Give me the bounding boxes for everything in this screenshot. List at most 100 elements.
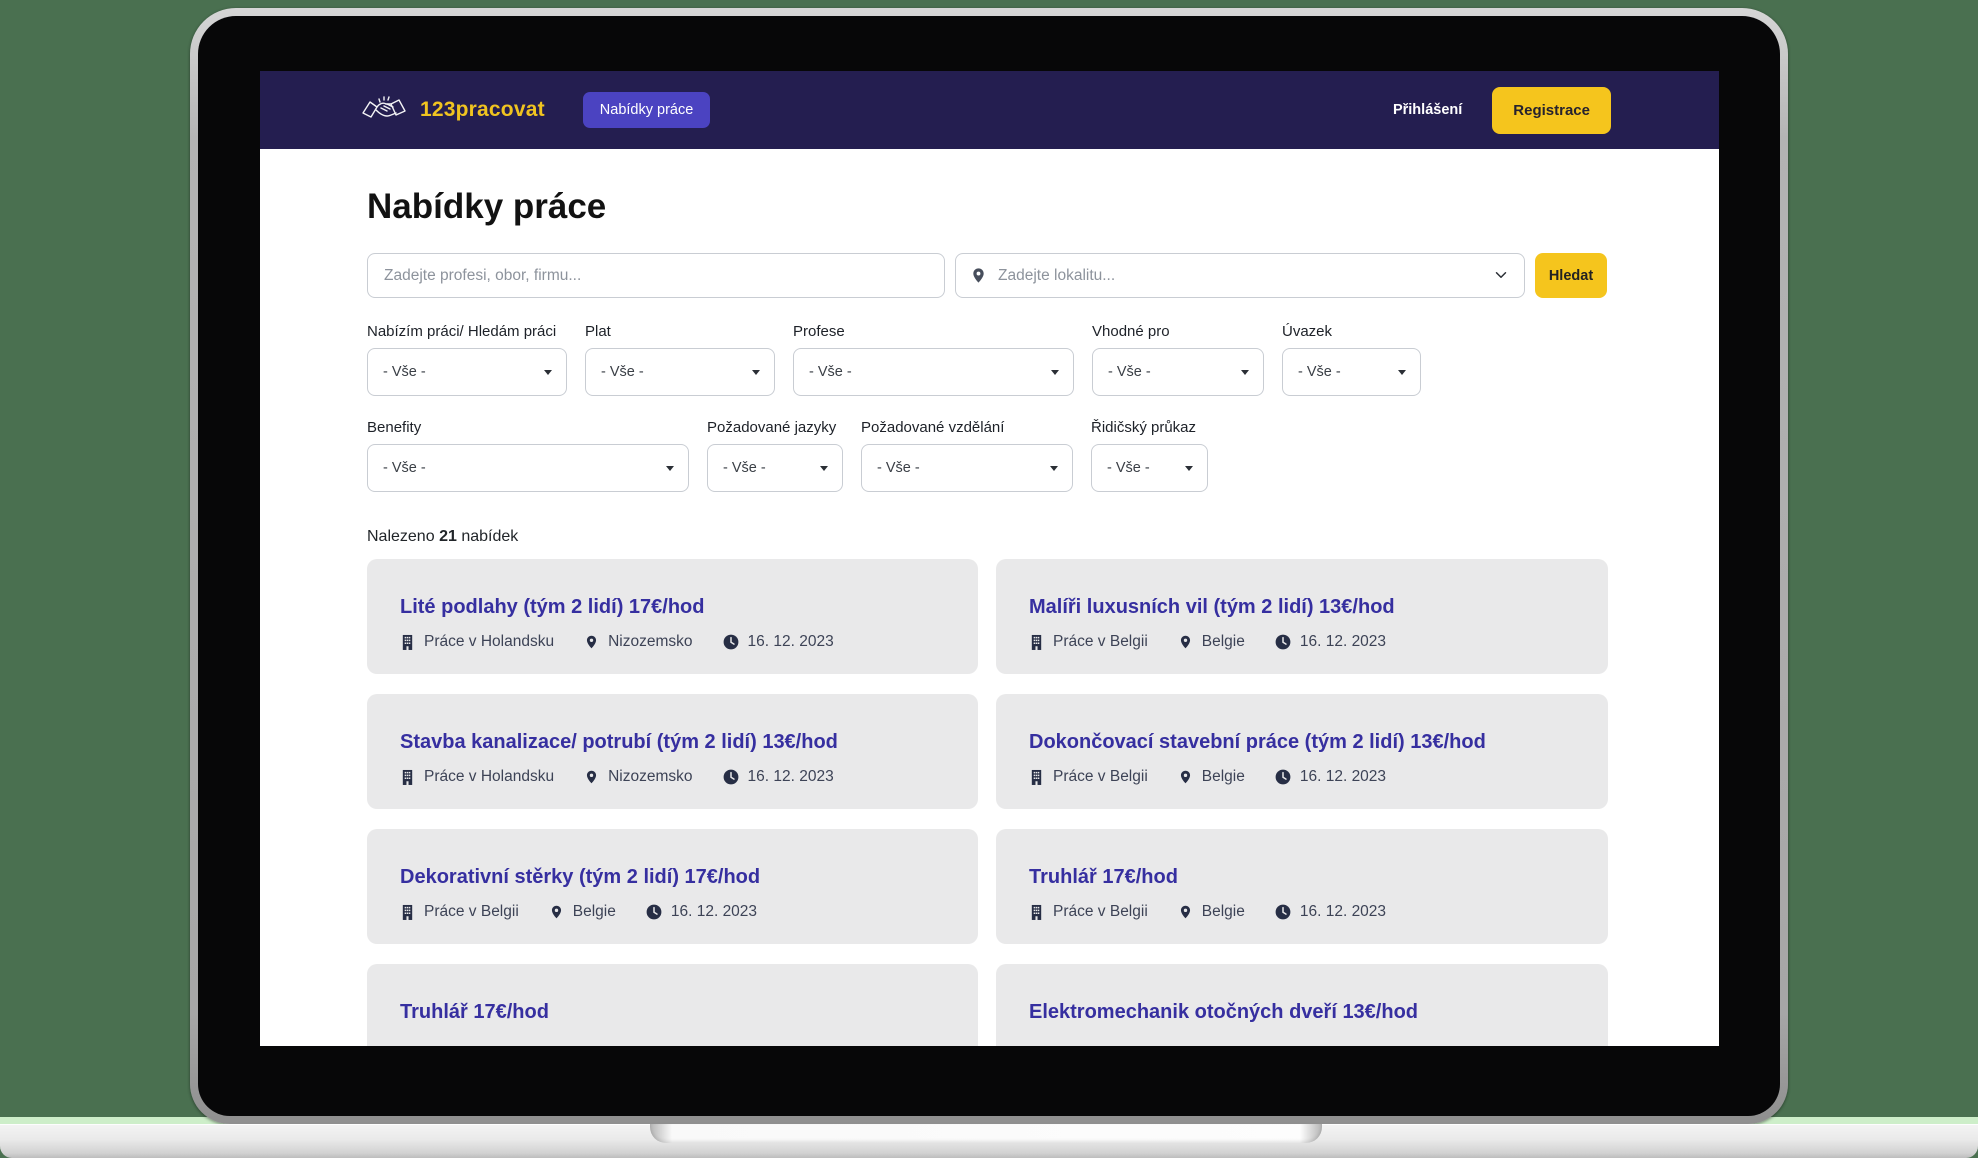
filter-select-value: - Vše - bbox=[1108, 364, 1151, 380]
building-icon bbox=[400, 769, 415, 785]
chevron-down-icon[interactable] bbox=[1492, 266, 1510, 289]
filter-select-value: - Vše - bbox=[1107, 460, 1150, 476]
site-header: 123pracovat Nabídky práce Přihlášení Reg… bbox=[260, 71, 1719, 149]
job-location: Belgie bbox=[1178, 768, 1245, 786]
clock-icon bbox=[723, 769, 739, 785]
clock-icon bbox=[1275, 904, 1291, 920]
caret-down-icon bbox=[1050, 466, 1058, 471]
job-date-text: 16. 12. 2023 bbox=[748, 633, 834, 651]
clock-icon bbox=[1275, 769, 1291, 785]
filter-label: Úvazek bbox=[1282, 323, 1421, 340]
brand-name: 123pracovat bbox=[420, 98, 545, 122]
job-date-text: 16. 12. 2023 bbox=[671, 903, 757, 921]
filter-suitable-for-select[interactable]: - Vše - bbox=[1092, 348, 1264, 396]
job-date: 16. 12. 2023 bbox=[723, 633, 834, 651]
scene: 123pracovat Nabídky práce Přihlášení Reg… bbox=[0, 0, 1978, 1158]
laptop-bezel: 123pracovat Nabídky práce Přihlášení Reg… bbox=[198, 16, 1780, 1116]
filter-label: Požadované vzdělání bbox=[861, 419, 1073, 436]
filter-select-value: - Vše - bbox=[723, 460, 766, 476]
job-title-link[interactable]: Elektromechanik otočných dveří 13€/hod bbox=[1029, 999, 1588, 1025]
filter-group: Vhodné pro - Vše - bbox=[1092, 323, 1264, 396]
job-card[interactable]: Truhlář 17€/hod bbox=[367, 964, 978, 1046]
register-button[interactable]: Registrace bbox=[1492, 87, 1611, 134]
job-company-text: Práce v Belgii bbox=[1053, 633, 1148, 651]
filter-label: Nabízím práci/ Hledám práci bbox=[367, 323, 567, 340]
job-card[interactable]: Elektromechanik otočných dveří 13€/hod bbox=[996, 964, 1608, 1046]
job-meta: Práce v Belgii Belgie 16. 12. 2023 bbox=[1029, 768, 1588, 786]
job-location-text: Belgie bbox=[1202, 903, 1245, 921]
job-location-text: Belgie bbox=[573, 903, 616, 921]
filter-select-value: - Vše - bbox=[809, 364, 852, 380]
job-title-link[interactable]: Stavba kanalizace/ potrubí (tým 2 lidí) … bbox=[400, 729, 958, 755]
job-company-text: Práce v Belgii bbox=[1053, 903, 1148, 921]
job-title-link[interactable]: Dokončovací stavební práce (tým 2 lidí) … bbox=[1029, 729, 1588, 755]
filter-contract-type-select[interactable]: - Vše - bbox=[1282, 348, 1421, 396]
job-date: 16. 12. 2023 bbox=[1275, 633, 1386, 651]
job-date: 16. 12. 2023 bbox=[1275, 768, 1386, 786]
job-title-link[interactable]: Lité podlahy (tým 2 lidí) 17€/hod bbox=[400, 594, 958, 620]
clock-icon bbox=[723, 634, 739, 650]
caret-down-icon bbox=[1241, 370, 1249, 375]
location-input[interactable] bbox=[955, 253, 1525, 298]
job-date-text: 16. 12. 2023 bbox=[1300, 768, 1386, 786]
job-title-link[interactable]: Truhlář 17€/hod bbox=[400, 999, 958, 1025]
job-date-text: 16. 12. 2023 bbox=[748, 768, 834, 786]
caret-down-icon bbox=[1398, 370, 1406, 375]
map-pin-icon bbox=[1178, 904, 1193, 920]
job-location: Nizozemsko bbox=[584, 768, 692, 786]
job-company: Práce v Holandsku bbox=[400, 633, 554, 651]
map-pin-icon bbox=[584, 769, 599, 785]
filter-row-1: Nabízím práci/ Hledám práci - Vše - Plat… bbox=[367, 323, 1719, 396]
job-location: Nizozemsko bbox=[584, 633, 692, 651]
map-pin-icon bbox=[584, 634, 599, 650]
job-card[interactable]: Malíři luxusních vil (tým 2 lidí) 13€/ho… bbox=[996, 559, 1608, 674]
login-link[interactable]: Přihlášení bbox=[1393, 102, 1462, 118]
job-card[interactable]: Dekorativní stěrky (tým 2 lidí) 17€/hod … bbox=[367, 829, 978, 944]
location-input-wrap bbox=[955, 253, 1525, 298]
filter-salary-select[interactable]: - Vše - bbox=[585, 348, 775, 396]
job-title-link[interactable]: Truhlář 17€/hod bbox=[1029, 864, 1588, 890]
job-company-text: Práce v Holandsku bbox=[424, 768, 554, 786]
filter-group: Řidičský průkaz - Vše - bbox=[1091, 419, 1208, 492]
job-location: Belgie bbox=[1178, 903, 1245, 921]
job-list: Lité podlahy (tým 2 lidí) 17€/hod Práce … bbox=[367, 559, 1719, 1046]
job-date: 16. 12. 2023 bbox=[646, 903, 757, 921]
filter-benefits-select[interactable]: - Vše - bbox=[367, 444, 689, 492]
job-company-text: Práce v Holandsku bbox=[424, 633, 554, 651]
job-card[interactable]: Lité podlahy (tým 2 lidí) 17€/hod Práce … bbox=[367, 559, 978, 674]
keyword-input[interactable] bbox=[367, 253, 945, 298]
filter-group: Úvazek - Vše - bbox=[1282, 323, 1421, 396]
filter-offer-seek-select[interactable]: - Vše - bbox=[367, 348, 567, 396]
job-card[interactable]: Stavba kanalizace/ potrubí (tým 2 lidí) … bbox=[367, 694, 978, 809]
filter-group: Profese - Vše - bbox=[793, 323, 1074, 396]
filter-select-value: - Vše - bbox=[383, 460, 426, 476]
job-card[interactable]: Truhlář 17€/hod Práce v Belgii Belgie bbox=[996, 829, 1608, 944]
filter-label: Profese bbox=[793, 323, 1074, 340]
results-count: Nalezeno 21 nabídek bbox=[367, 528, 1719, 546]
caret-down-icon bbox=[820, 466, 828, 471]
caret-down-icon bbox=[752, 370, 760, 375]
handshake-logo-icon bbox=[360, 92, 408, 129]
filter-languages-select[interactable]: - Vše - bbox=[707, 444, 843, 492]
page-title: Nabídky práce bbox=[367, 184, 1719, 229]
job-title-link[interactable]: Dekorativní stěrky (tým 2 lidí) 17€/hod bbox=[400, 864, 958, 890]
filter-select-value: - Vše - bbox=[383, 364, 426, 380]
job-location-text: Belgie bbox=[1202, 768, 1245, 786]
filter-education-select[interactable]: - Vše - bbox=[861, 444, 1073, 492]
filter-select-value: - Vše - bbox=[601, 364, 644, 380]
job-company: Práce v Belgii bbox=[1029, 903, 1148, 921]
filter-row-2: Benefity - Vše - Požadované jazyky - Vše… bbox=[367, 419, 1719, 492]
filter-driving-license-select[interactable]: - Vše - bbox=[1091, 444, 1208, 492]
job-card[interactable]: Dokončovací stavební práce (tým 2 lidí) … bbox=[996, 694, 1608, 809]
browser-viewport: 123pracovat Nabídky práce Přihlášení Reg… bbox=[260, 71, 1719, 1046]
job-date: 16. 12. 2023 bbox=[1275, 903, 1386, 921]
filter-group: Benefity - Vše - bbox=[367, 419, 689, 492]
search-button[interactable]: Hledat bbox=[1535, 253, 1607, 298]
job-meta: Práce v Holandsku Nizozemsko 16. 12. 202… bbox=[400, 633, 958, 651]
filter-profession-select[interactable]: - Vše - bbox=[793, 348, 1074, 396]
nav-job-offers-button[interactable]: Nabídky práce bbox=[583, 92, 711, 129]
job-title-link[interactable]: Malíři luxusních vil (tým 2 lidí) 13€/ho… bbox=[1029, 594, 1588, 620]
map-pin-icon bbox=[549, 904, 564, 920]
filter-label: Benefity bbox=[367, 419, 689, 436]
filter-group: Nabízím práci/ Hledám práci - Vše - bbox=[367, 323, 567, 396]
